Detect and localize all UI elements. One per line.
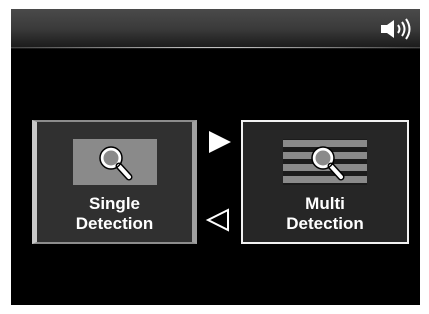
- multi-detection-line2: Detection: [286, 214, 364, 233]
- magnifier-icon: [72, 139, 157, 185]
- single-detection-label: Single Detection: [37, 194, 192, 234]
- single-detection-button[interactable]: Single Detection: [32, 120, 197, 244]
- triangle-right-filled-icon[interactable]: [207, 130, 233, 154]
- status-bar-divider: [11, 47, 420, 48]
- multi-detection-button[interactable]: Multi Detection: [241, 120, 409, 244]
- speaker-volume-icon: [381, 18, 411, 40]
- status-bar: [11, 9, 420, 49]
- device-screen: Single Detection Multi Detection: [11, 9, 420, 305]
- magnifier-lines-icon: [283, 139, 367, 185]
- multi-detection-label: Multi Detection: [243, 194, 407, 234]
- triangle-left-outline-icon[interactable]: [205, 208, 231, 232]
- multi-detection-line1: Multi: [305, 194, 345, 213]
- single-detection-line1: Single: [88, 194, 140, 213]
- single-detection-line2: Detection: [75, 214, 154, 233]
